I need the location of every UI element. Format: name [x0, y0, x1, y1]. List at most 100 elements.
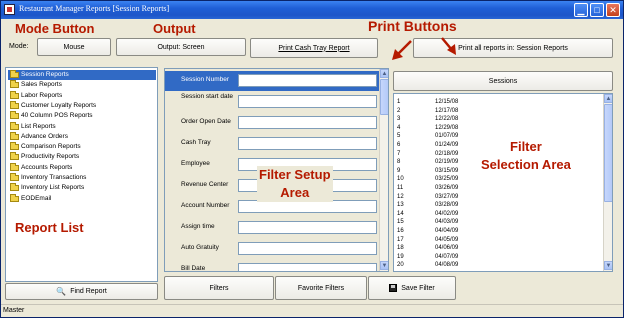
minimize-button[interactable]: ▁: [574, 3, 588, 17]
report-list-item[interactable]: Customer Loyalty Reports: [8, 100, 156, 111]
report-list-item[interactable]: List Reports: [8, 121, 156, 132]
folder-icon: [10, 173, 19, 181]
annotation-output: Output: [153, 21, 196, 36]
report-list-item[interactable]: Inventory List Reports: [8, 183, 156, 193]
sessions-scrollbar[interactable]: ▲ ▼: [603, 94, 612, 271]
session-date: 12/15/08: [435, 99, 459, 105]
report-list-item[interactable]: Comparison Reports: [8, 142, 156, 152]
session-number: 4: [397, 124, 401, 131]
session-date: 12/29/08: [435, 124, 459, 131]
status-text: Master: [3, 307, 25, 314]
session-date: 03/26/09: [435, 185, 459, 191]
session-number: 20: [397, 262, 404, 269]
session-row[interactable]: 20 04/08/09: [397, 261, 597, 269]
filter-label: Order Open Date: [181, 118, 231, 125]
output-button[interactable]: Output: Screen: [116, 38, 246, 56]
report-list-item-label: Inventory Transactions: [21, 174, 87, 181]
session-row[interactable]: 12 03/27/09: [397, 193, 597, 201]
folder-icon: [10, 142, 19, 151]
app-window: Restaurant Manager Reports [Session Repo…: [0, 0, 624, 318]
session-date: 04/06/09: [435, 245, 459, 252]
find-report-button[interactable]: 🔍 Find Report: [5, 283, 158, 300]
search-icon: 🔍: [56, 287, 67, 296]
sessions-header-label: Sessions: [488, 77, 518, 85]
filter-scrollbar[interactable]: ▲ ▼: [379, 69, 388, 271]
filter-row: Order Open Date: [165, 113, 380, 133]
save-filter-button[interactable]: Save Filter: [368, 276, 456, 300]
output-button-label: Output: Screen: [157, 43, 205, 51]
session-row[interactable]: 10 03/25/09: [397, 175, 597, 183]
report-list-item[interactable]: EODEmail: [8, 193, 156, 204]
report-list-item[interactable]: Sales Reports: [8, 80, 156, 90]
filter-label: Session start date: [181, 93, 234, 100]
session-row[interactable]: 19 04/07/09: [397, 253, 597, 261]
favorite-filters-button[interactable]: Favorite Filters: [275, 276, 367, 300]
filter-input[interactable]: [238, 137, 377, 150]
save-filter-label: Save Filter: [401, 284, 435, 292]
session-row[interactable]: 1 12/15/08: [397, 98, 597, 106]
filter-input[interactable]: [238, 74, 377, 87]
annotation-report-list: Report List: [15, 220, 84, 235]
report-list-item[interactable]: Inventory Transactions: [8, 173, 156, 183]
session-date: 03/25/09: [435, 176, 459, 183]
filter-row: Bill Date: [165, 260, 380, 272]
sessions-header-button[interactable]: Sessions: [393, 71, 613, 91]
mode-button-label: Mouse: [63, 43, 85, 51]
report-list-item-label: Accounts Reports: [21, 163, 73, 171]
scroll-down-icon[interactable]: ▼: [380, 261, 388, 270]
sessions-scroll-thumb[interactable]: [604, 104, 612, 202]
filter-input[interactable]: [238, 95, 377, 108]
find-report-label: Find Report: [70, 288, 107, 295]
session-row[interactable]: 3 12/22/08: [397, 115, 597, 123]
session-row[interactable]: 11 03/26/09: [397, 184, 597, 192]
session-number: 18: [397, 245, 404, 252]
filters-button-label: Filters: [209, 284, 229, 292]
report-list-item[interactable]: Advance Orders: [8, 131, 156, 142]
session-number: 19: [397, 253, 404, 260]
filter-label: Auto Gratuity: [181, 244, 219, 251]
report-list-item[interactable]: Session Reports: [8, 70, 156, 80]
report-list-item-label: Customer Loyalty Reports: [21, 101, 97, 109]
session-row[interactable]: 18 04/06/09: [397, 244, 597, 252]
session-row[interactable]: 15 04/03/09: [397, 218, 597, 226]
annotation-mode-button: Mode Button: [15, 21, 95, 36]
report-list-item[interactable]: Productivity Reports: [8, 152, 156, 162]
filters-button[interactable]: Filters: [164, 276, 274, 300]
session-number: 2: [397, 107, 401, 114]
scroll-thumb[interactable]: [380, 79, 388, 115]
report-list-item[interactable]: Labor Reports: [8, 90, 156, 101]
filter-input[interactable]: [238, 242, 377, 255]
session-row[interactable]: 13 03/28/09: [397, 201, 597, 209]
session-row[interactable]: 17 04/05/09: [397, 236, 597, 244]
scroll-up-icon[interactable]: ▲: [380, 69, 388, 78]
filter-input[interactable]: [238, 263, 377, 271]
folder-icon: [10, 90, 19, 99]
annotation-filter-selection: Filter Selection Area: [479, 138, 573, 174]
session-date: 03/27/09: [435, 193, 459, 200]
report-list-item[interactable]: 40 Column POS Reports: [8, 111, 156, 121]
filter-input[interactable]: [238, 221, 377, 234]
filter-label: Bill Date: [181, 265, 206, 272]
close-button[interactable]: ✕: [606, 3, 620, 17]
report-list-item-label: 40 Column POS Reports: [21, 112, 93, 120]
filter-input[interactable]: [238, 116, 377, 129]
report-list-item[interactable]: Accounts Reports: [8, 162, 156, 173]
session-date: 04/03/09: [435, 219, 459, 226]
maximize-icon: □: [594, 5, 600, 15]
session-row[interactable]: 4 12/29/08: [397, 124, 597, 132]
sessions-scroll-down-icon[interactable]: ▼: [604, 261, 612, 270]
annotation-arrow-left: [392, 40, 412, 60]
folder-icon: [10, 80, 19, 89]
maximize-button[interactable]: □: [590, 3, 604, 17]
folder-icon: [10, 70, 19, 78]
folder-icon: [10, 193, 19, 202]
report-list-item-label: Advance Orders: [21, 132, 68, 140]
sessions-scroll-up-icon[interactable]: ▲: [604, 94, 612, 103]
mode-button[interactable]: Mouse: [37, 38, 111, 56]
session-row[interactable]: 14 04/02/09: [397, 210, 597, 218]
print-cash-tray-button[interactable]: Print Cash Tray Report: [250, 38, 378, 58]
session-row[interactable]: 2 12/17/08: [397, 107, 597, 115]
annotation-print-buttons: Print Buttons: [368, 18, 457, 34]
session-row[interactable]: 16 04/04/09: [397, 227, 597, 235]
session-number: 11: [397, 185, 404, 191]
